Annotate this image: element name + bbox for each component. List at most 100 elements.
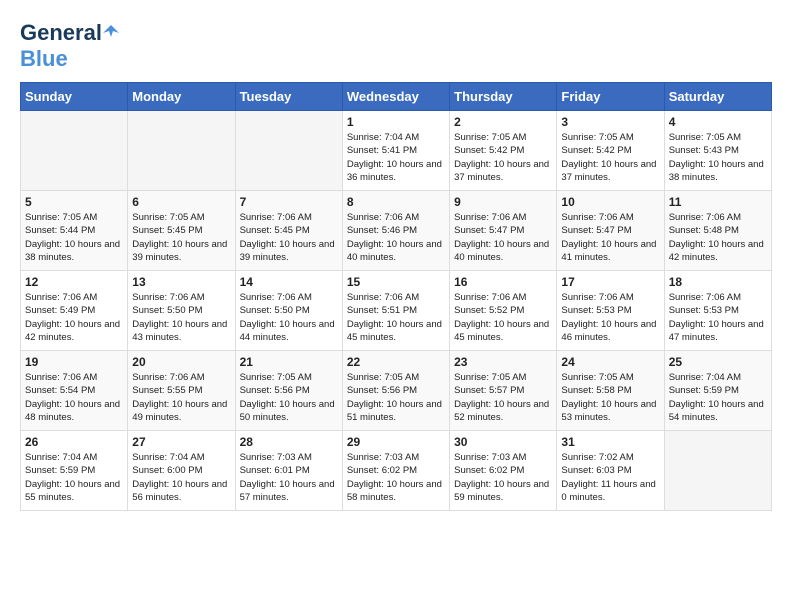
- calendar-header-row: SundayMondayTuesdayWednesdayThursdayFrid…: [21, 83, 772, 111]
- column-header-tuesday: Tuesday: [235, 83, 342, 111]
- day-cell: 17 Sunrise: 7:06 AMSunset: 5:53 PMDayligh…: [557, 271, 664, 351]
- day-cell: 27 Sunrise: 7:04 AMSunset: 6:00 PMDayligh…: [128, 431, 235, 511]
- day-info: Sunrise: 7:04 AMSunset: 6:00 PMDaylight:…: [132, 451, 230, 504]
- column-header-thursday: Thursday: [450, 83, 557, 111]
- day-info: Sunrise: 7:06 AMSunset: 5:48 PMDaylight:…: [669, 211, 767, 264]
- day-info: Sunrise: 7:06 AMSunset: 5:47 PMDaylight:…: [454, 211, 552, 264]
- day-info: Sunrise: 7:05 AMSunset: 5:44 PMDaylight:…: [25, 211, 123, 264]
- day-info: Sunrise: 7:06 AMSunset: 5:50 PMDaylight:…: [240, 291, 338, 344]
- day-number: 26: [25, 435, 123, 449]
- day-cell: 10 Sunrise: 7:06 AMSunset: 5:47 PMDayligh…: [557, 191, 664, 271]
- day-cell: 24Sunrise: 7:05 AMSunset: 5:58 PMDayligh…: [557, 351, 664, 431]
- day-cell: 14 Sunrise: 7:06 AMSunset: 5:50 PMDayligh…: [235, 271, 342, 351]
- day-cell: [664, 431, 771, 511]
- day-cell: 16 Sunrise: 7:06 AMSunset: 5:52 PMDayligh…: [450, 271, 557, 351]
- day-info: Sunrise: 7:05 AMSunset: 5:57 PMDaylight:…: [454, 371, 552, 424]
- day-cell: 2 Sunrise: 7:05 AMSunset: 5:42 PMDaylight…: [450, 111, 557, 191]
- day-number: 30: [454, 435, 552, 449]
- column-header-monday: Monday: [128, 83, 235, 111]
- day-cell: 23 Sunrise: 7:05 AMSunset: 5:57 PMDayligh…: [450, 351, 557, 431]
- week-row-2: 5 Sunrise: 7:05 AMSunset: 5:44 PMDaylight…: [21, 191, 772, 271]
- day-info: Sunrise: 7:06 AMSunset: 5:47 PMDaylight:…: [561, 211, 659, 264]
- day-info: Sunrise: 7:03 AMSunset: 6:02 PMDaylight:…: [347, 451, 445, 504]
- day-cell: 5 Sunrise: 7:05 AMSunset: 5:44 PMDaylight…: [21, 191, 128, 271]
- day-info: Sunrise: 7:05 AMSunset: 5:42 PMDaylight:…: [454, 131, 552, 184]
- day-info: Sunrise: 7:06 AMSunset: 5:50 PMDaylight:…: [132, 291, 230, 344]
- logo-general: General: [20, 20, 102, 46]
- day-cell: [21, 111, 128, 191]
- day-number: 3: [561, 115, 659, 129]
- day-info: Sunrise: 7:05 AMSunset: 5:58 PMDaylight:…: [561, 371, 659, 424]
- logo-bird-icon: [103, 23, 119, 39]
- day-number: 9: [454, 195, 552, 209]
- day-info: Sunrise: 7:05 AMSunset: 5:43 PMDaylight:…: [669, 131, 767, 184]
- day-cell: 22 Sunrise: 7:05 AMSunset: 5:56 PMDayligh…: [342, 351, 449, 431]
- day-number: 2: [454, 115, 552, 129]
- day-number: 28: [240, 435, 338, 449]
- day-info: Sunrise: 7:06 AMSunset: 5:54 PMDaylight:…: [25, 371, 123, 424]
- day-cell: 1 Sunrise: 7:04 AMSunset: 5:41 PMDaylight…: [342, 111, 449, 191]
- day-info: Sunrise: 7:04 AMSunset: 5:59 PMDaylight:…: [669, 371, 767, 424]
- day-info: Sunrise: 7:03 AMSunset: 6:01 PMDaylight:…: [240, 451, 338, 504]
- day-number: 23: [454, 355, 552, 369]
- day-info: Sunrise: 7:06 AMSunset: 5:55 PMDaylight:…: [132, 371, 230, 424]
- column-header-friday: Friday: [557, 83, 664, 111]
- day-info: Sunrise: 7:03 AMSunset: 6:02 PMDaylight:…: [454, 451, 552, 504]
- day-cell: 15 Sunrise: 7:06 AMSunset: 5:51 PMDayligh…: [342, 271, 449, 351]
- day-number: 27: [132, 435, 230, 449]
- day-info: Sunrise: 7:06 AMSunset: 5:53 PMDaylight:…: [561, 291, 659, 344]
- page-header: General Blue: [20, 20, 772, 72]
- day-number: 1: [347, 115, 445, 129]
- week-row-5: 26 Sunrise: 7:04 AMSunset: 5:59 PMDayligh…: [21, 431, 772, 511]
- week-row-1: 1 Sunrise: 7:04 AMSunset: 5:41 PMDaylight…: [21, 111, 772, 191]
- day-number: 12: [25, 275, 123, 289]
- day-cell: 25Sunrise: 7:04 AMSunset: 5:59 PMDayligh…: [664, 351, 771, 431]
- day-number: 31: [561, 435, 659, 449]
- day-cell: 18 Sunrise: 7:06 AMSunset: 5:53 PMDayligh…: [664, 271, 771, 351]
- column-header-saturday: Saturday: [664, 83, 771, 111]
- day-cell: 26 Sunrise: 7:04 AMSunset: 5:59 PMDayligh…: [21, 431, 128, 511]
- day-info: Sunrise: 7:06 AMSunset: 5:52 PMDaylight:…: [454, 291, 552, 344]
- day-cell: 7Sunrise: 7:06 AMSunset: 5:45 PMDaylight…: [235, 191, 342, 271]
- day-cell: 29 Sunrise: 7:03 AMSunset: 6:02 PMDayligh…: [342, 431, 449, 511]
- day-info: Sunrise: 7:05 AMSunset: 5:56 PMDaylight:…: [347, 371, 445, 424]
- day-number: 15: [347, 275, 445, 289]
- day-number: 11: [669, 195, 767, 209]
- day-number: 4: [669, 115, 767, 129]
- day-cell: 19Sunrise: 7:06 AMSunset: 5:54 PMDayligh…: [21, 351, 128, 431]
- day-number: 5: [25, 195, 123, 209]
- day-info: Sunrise: 7:02 AMSunset: 6:03 PMDaylight:…: [561, 451, 659, 504]
- day-cell: 31 Sunrise: 7:02 AMSunset: 6:03 PMDayligh…: [557, 431, 664, 511]
- day-info: Sunrise: 7:06 AMSunset: 5:51 PMDaylight:…: [347, 291, 445, 344]
- day-number: 14: [240, 275, 338, 289]
- week-row-4: 19Sunrise: 7:06 AMSunset: 5:54 PMDayligh…: [21, 351, 772, 431]
- day-cell: 28 Sunrise: 7:03 AMSunset: 6:01 PMDayligh…: [235, 431, 342, 511]
- day-cell: [128, 111, 235, 191]
- day-info: Sunrise: 7:04 AMSunset: 5:59 PMDaylight:…: [25, 451, 123, 504]
- day-number: 10: [561, 195, 659, 209]
- day-number: 17: [561, 275, 659, 289]
- day-info: Sunrise: 7:05 AMSunset: 5:56 PMDaylight:…: [240, 371, 338, 424]
- day-info: Sunrise: 7:06 AMSunset: 5:53 PMDaylight:…: [669, 291, 767, 344]
- day-number: 6: [132, 195, 230, 209]
- day-number: 13: [132, 275, 230, 289]
- day-cell: 9 Sunrise: 7:06 AMSunset: 5:47 PMDaylight…: [450, 191, 557, 271]
- day-cell: 21 Sunrise: 7:05 AMSunset: 5:56 PMDayligh…: [235, 351, 342, 431]
- day-number: 22: [347, 355, 445, 369]
- day-info: Sunrise: 7:04 AMSunset: 5:41 PMDaylight:…: [347, 131, 445, 184]
- day-number: 29: [347, 435, 445, 449]
- day-cell: 4 Sunrise: 7:05 AMSunset: 5:43 PMDaylight…: [664, 111, 771, 191]
- day-info: Sunrise: 7:05 AMSunset: 5:42 PMDaylight:…: [561, 131, 659, 184]
- day-cell: 12Sunrise: 7:06 AMSunset: 5:49 PMDayligh…: [21, 271, 128, 351]
- day-number: 16: [454, 275, 552, 289]
- logo-blue: Blue: [20, 46, 68, 71]
- day-info: Sunrise: 7:06 AMSunset: 5:46 PMDaylight:…: [347, 211, 445, 264]
- logo: General Blue: [20, 20, 119, 72]
- day-number: 21: [240, 355, 338, 369]
- day-cell: 13 Sunrise: 7:06 AMSunset: 5:50 PMDayligh…: [128, 271, 235, 351]
- day-number: 18: [669, 275, 767, 289]
- day-cell: 3 Sunrise: 7:05 AMSunset: 5:42 PMDaylight…: [557, 111, 664, 191]
- day-cell: [235, 111, 342, 191]
- day-number: 8: [347, 195, 445, 209]
- column-header-sunday: Sunday: [21, 83, 128, 111]
